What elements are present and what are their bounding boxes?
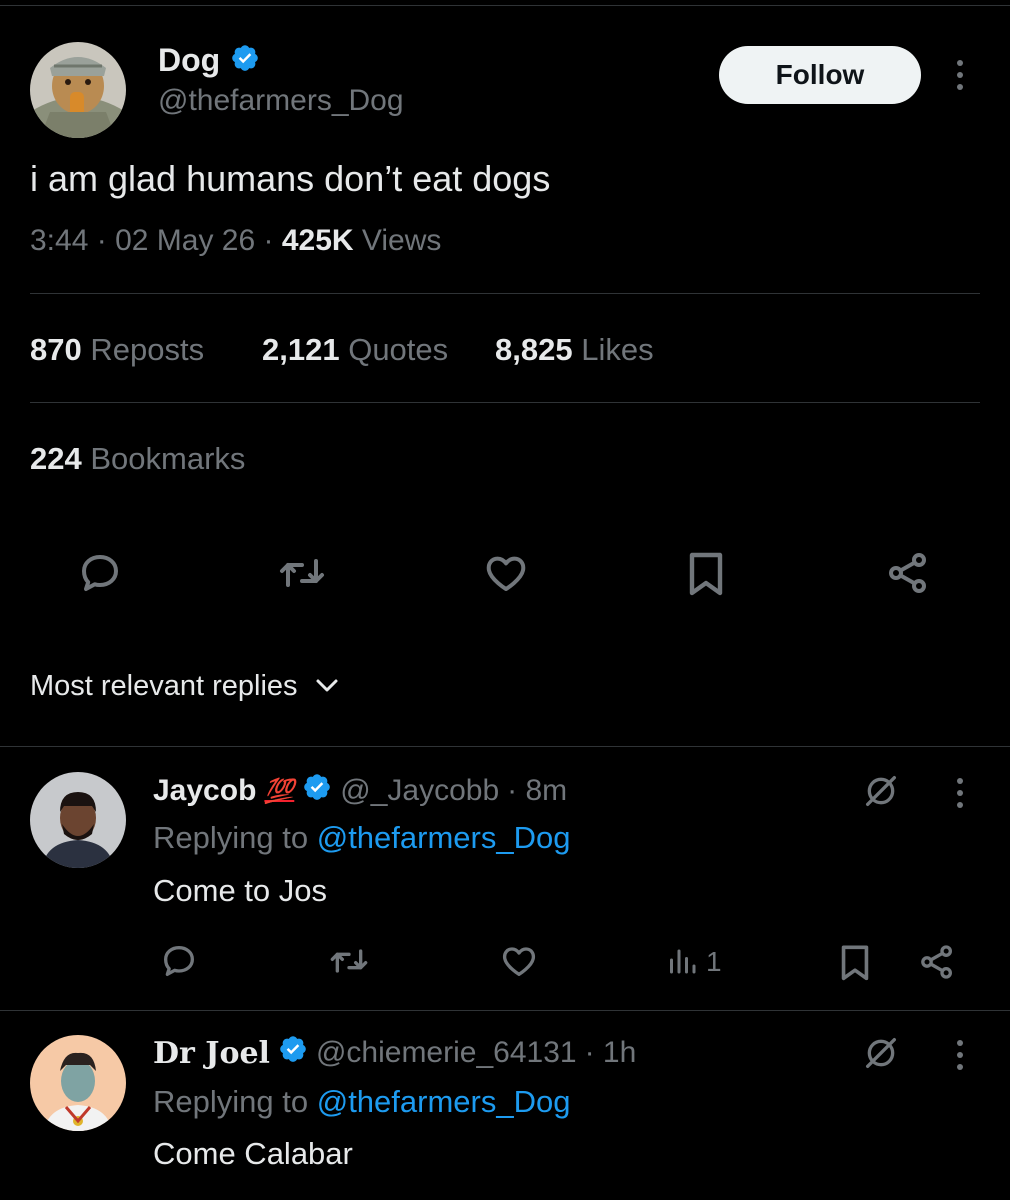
author-avatar[interactable]: [30, 42, 126, 138]
share-icon[interactable]: [914, 938, 960, 986]
analytics-icon: [664, 942, 700, 983]
replying-to-prefix: Replying to: [153, 820, 309, 855]
author-name-row[interactable]: Dog: [158, 42, 260, 79]
more-options-icon[interactable]: [953, 1040, 967, 1070]
meta-separator: ·: [263, 224, 274, 257]
divider: [0, 1010, 1010, 1011]
author-name[interactable]: Dog: [158, 42, 220, 79]
reply-icon[interactable]: [70, 543, 130, 603]
meta-separator: ·: [96, 224, 107, 257]
bookmarks-stat[interactable]: 224 Bookmarks: [30, 441, 245, 477]
reply-author-name[interactable]: Jaycob: [153, 774, 256, 808]
share-icon[interactable]: [878, 543, 938, 603]
reply-avatar[interactable]: [30, 1035, 126, 1131]
views-label: Views: [361, 224, 442, 257]
like-icon[interactable]: [496, 938, 542, 984]
reposts-stat[interactable]: 870 Reposts: [30, 332, 204, 368]
reply-header: Jaycob 💯 @_Jaycobb · 8m: [153, 772, 567, 810]
likes-count: 8,825: [495, 332, 573, 367]
more-options-icon[interactable]: [953, 60, 967, 90]
reply-text: Come to Jos: [153, 873, 328, 908]
grok-icon[interactable]: [856, 1030, 906, 1076]
verified-badge-icon: [230, 43, 260, 78]
reply-sort-dropdown[interactable]: Most relevant replies: [30, 670, 340, 703]
reply-text: Come Calabar: [153, 1136, 353, 1171]
verified-badge-icon: [302, 772, 332, 810]
reply-author-handle[interactable]: @_Jaycobb: [340, 774, 499, 808]
tweet-date[interactable]: 02 May 26: [115, 224, 255, 257]
bookmark-icon[interactable]: [832, 938, 878, 986]
verified-badge-icon: [278, 1034, 308, 1072]
divider: [30, 293, 980, 294]
reposts-label: Reposts: [90, 332, 205, 367]
tweet-text: i am glad humans don’t eat dogs: [30, 158, 551, 199]
reply-avatar[interactable]: [30, 772, 126, 868]
views-count: 425K: [281, 224, 354, 257]
tweet-time[interactable]: 3:44: [30, 224, 88, 257]
chevron-down-icon: [314, 670, 340, 703]
author-handle[interactable]: @thefarmers_Dog: [158, 84, 404, 118]
hundred-points-emoji: 💯: [264, 777, 295, 805]
replying-to-line: Replying to @thefarmers_Dog: [153, 1084, 570, 1120]
reply-author-name[interactable]: Dr Joel: [153, 1036, 270, 1071]
quotes-count: 2,121: [262, 332, 340, 367]
repost-icon[interactable]: [324, 938, 374, 984]
replying-to-prefix: Replying to: [153, 1084, 309, 1119]
tweet-meta: 3:44 · 02 May 26 · 425K Views: [30, 224, 441, 258]
quotes-label: Quotes: [348, 332, 449, 367]
views-button[interactable]: 1: [664, 942, 722, 982]
top-divider: [0, 5, 1010, 6]
more-options-icon[interactable]: [953, 778, 967, 808]
likes-label: Likes: [581, 332, 654, 367]
divider: [30, 402, 980, 403]
reposts-count: 870: [30, 332, 82, 367]
bookmarks-count: 224: [30, 441, 82, 476]
reply-icon[interactable]: [156, 938, 202, 984]
grok-icon[interactable]: [856, 768, 906, 814]
replying-to-line: Replying to @thefarmers_Dog: [153, 820, 570, 856]
divider: [0, 746, 1010, 747]
follow-button[interactable]: Follow: [719, 46, 921, 104]
reply-sort-label: Most relevant replies: [30, 670, 298, 702]
replying-to-link[interactable]: @thefarmers_Dog: [317, 1084, 571, 1119]
bookmark-icon[interactable]: [676, 543, 736, 603]
reply-author-handle[interactable]: @chiemerie_64131: [316, 1036, 577, 1070]
bookmarks-label: Bookmarks: [90, 441, 246, 476]
like-icon[interactable]: [476, 543, 536, 603]
repost-icon[interactable]: [272, 543, 332, 603]
reply-age[interactable]: · 8m: [507, 774, 567, 808]
replying-to-link[interactable]: @thefarmers_Dog: [317, 820, 571, 855]
likes-stat[interactable]: 8,825 Likes: [495, 332, 654, 368]
reply-header: Dr Joel @chiemerie_64131 · 1h: [153, 1034, 636, 1072]
quotes-stat[interactable]: 2,121 Quotes: [262, 332, 448, 368]
reply-views-count: 1: [706, 946, 722, 977]
reply-age[interactable]: · 1h: [585, 1036, 637, 1070]
